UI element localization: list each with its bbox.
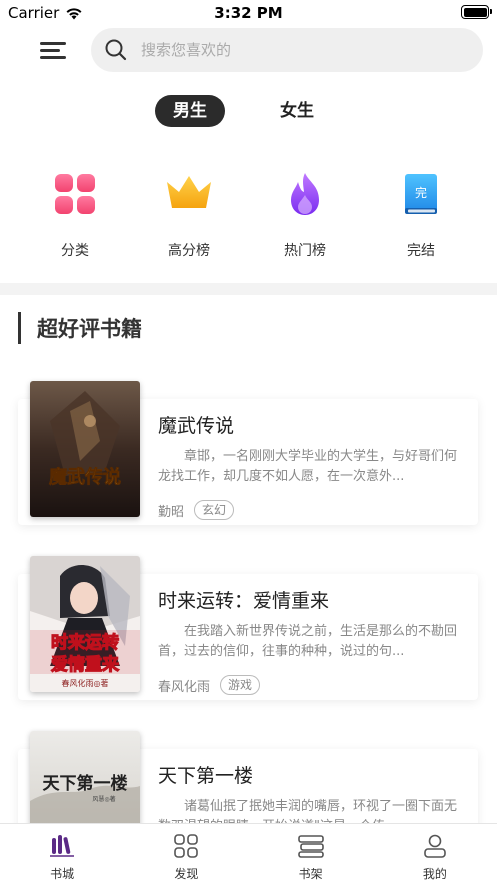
bookshelf-icon: [297, 835, 324, 858]
battery-icon: [461, 5, 492, 19]
search-icon: [105, 39, 127, 61]
section-title: 超好评书籍: [37, 317, 142, 341]
book-description: 在我踏入新世界传说之前，生活是那么的不勘回首，过去的信仰，往事的种种，说过的句.…: [158, 624, 458, 659]
profile-icon: [424, 834, 446, 858]
crown-icon: [167, 176, 211, 208]
svg-text:时来运转: 时来运转: [51, 632, 119, 653]
search-bar[interactable]: [91, 28, 483, 72]
category-label: 分类: [61, 243, 89, 259]
tab-label: 我的: [422, 867, 447, 881]
grid-icon: [55, 174, 95, 214]
search-input[interactable]: [141, 41, 441, 59]
tab-bookshelf[interactable]: 书架: [249, 824, 373, 883]
book-meta: 春风化雨 游戏: [158, 675, 261, 695]
section-divider: [0, 283, 497, 295]
book-cover: 魔武传说: [30, 381, 140, 517]
book-title: 魔武传说: [158, 415, 235, 437]
svg-text:春风化雨◎著: 春风化雨◎著: [62, 678, 109, 688]
bookstore-icon: [50, 835, 75, 857]
section-header: 超好评书籍: [18, 312, 142, 344]
book-title: 时来运转：爱情重来: [158, 590, 330, 612]
tab-bookstore[interactable]: 书城: [0, 824, 124, 883]
svg-text:风慧◎著: 风慧◎著: [92, 795, 115, 803]
book-description: 章邯，一名刚刚大学毕业的大学生，与好哥们何龙找工作，却几度不如人愿，在一次意外.…: [158, 449, 458, 484]
category-hot[interactable]: 热门榜: [265, 168, 345, 260]
book-complete-icon: 完: [405, 174, 437, 214]
tab-profile[interactable]: 我的: [373, 824, 497, 883]
svg-text:天下第一楼: 天下第一楼: [43, 773, 128, 794]
tab-discover[interactable]: 发现: [124, 824, 248, 883]
book-card[interactable]: 时来运转 爱情重来 春风化雨◎著 时来运转：爱情重来 在我踏入新世界传说之前，生…: [18, 556, 478, 700]
book-cover: 时来运转 爱情重来 春风化雨◎著: [30, 556, 140, 692]
genre-tag[interactable]: 玄幻: [194, 500, 235, 520]
complete-icon-text: 完: [415, 185, 427, 200]
tab-label: 发现: [174, 867, 199, 881]
category-top-rated[interactable]: 高分榜: [149, 168, 229, 260]
flame-icon: [291, 173, 319, 215]
category-label: 高分榜: [168, 243, 210, 259]
category-completed[interactable]: 完 完结: [381, 168, 461, 260]
svg-text:爱情重来: 爱情重来: [51, 654, 120, 675]
bottom-tab-bar: 书城 发现 书架 我的: [0, 823, 497, 883]
category-label: 完结: [407, 243, 435, 259]
book-author: 春风化雨: [158, 679, 211, 695]
category-classify[interactable]: 分类: [35, 168, 115, 260]
tab-label: 书城: [50, 867, 75, 881]
menu-icon[interactable]: [40, 40, 68, 62]
book-title: 天下第一楼: [158, 765, 254, 787]
category-label: 热门榜: [284, 243, 326, 259]
book-meta: 勤昭 玄幻: [158, 500, 235, 520]
genre-tag[interactable]: 游戏: [220, 675, 261, 695]
clock: 3:32 PM: [214, 4, 283, 22]
tab-male[interactable]: 男生: [155, 95, 225, 127]
svg-text:魔武传说: 魔武传说: [49, 466, 121, 488]
status-bar: Carrier 3:32 PM: [0, 0, 497, 26]
book-card[interactable]: 魔武传说 魔武传说 章邯，一名刚刚大学毕业的大学生，与好哥们何龙找工作，却几度不…: [18, 381, 478, 525]
tab-label: 书架: [298, 867, 323, 881]
tab-female[interactable]: 女生: [262, 95, 332, 127]
book-author: 勤昭: [158, 504, 185, 520]
discover-icon: [174, 834, 199, 858]
